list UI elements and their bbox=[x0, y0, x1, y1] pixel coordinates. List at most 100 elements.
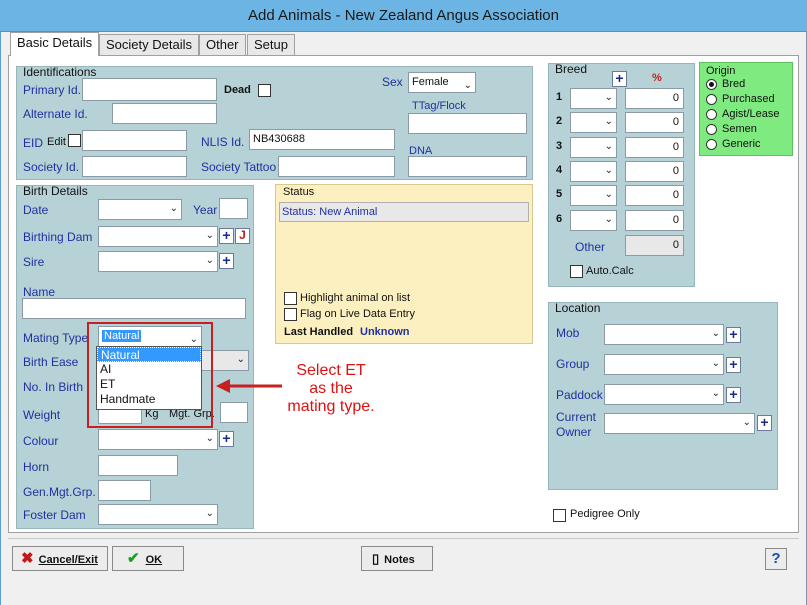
eid-edit-checkbox[interactable] bbox=[68, 134, 81, 147]
chevron-down-icon: ⌄ bbox=[205, 255, 214, 266]
group-select[interactable]: ⌄ bbox=[604, 354, 724, 375]
horn-input[interactable] bbox=[98, 455, 178, 476]
cancel-exit-button[interactable]: ✖ Cancel/Exit bbox=[12, 546, 108, 571]
notes-label: Notes bbox=[384, 554, 415, 566]
society-id-input[interactable] bbox=[82, 156, 187, 177]
year-input[interactable] bbox=[219, 198, 248, 219]
chevron-down-icon: ⌄ bbox=[205, 433, 214, 444]
cancel-exit-label: Cancel/Exit bbox=[38, 554, 98, 566]
breed-row-select[interactable]: ⌄ bbox=[570, 136, 617, 158]
breed-row-select[interactable]: ⌄ bbox=[570, 88, 617, 109]
mgt-grp-input[interactable] bbox=[220, 402, 248, 423]
mob-select[interactable]: ⌄ bbox=[604, 324, 724, 345]
breed-row-number: 2 bbox=[556, 115, 563, 128]
paddock-select[interactable]: ⌄ bbox=[604, 384, 724, 405]
close-icon: ✖ bbox=[21, 550, 34, 567]
flag-checkbox[interactable] bbox=[284, 308, 297, 321]
nlis-id-input[interactable]: NB430688 bbox=[249, 129, 395, 150]
group-label: Group bbox=[556, 357, 590, 371]
ok-label: OK bbox=[145, 554, 163, 566]
alternate-id-input[interactable] bbox=[112, 103, 217, 124]
date-select[interactable]: ⌄ bbox=[98, 199, 182, 220]
no-in-birth-label: No. In Birth bbox=[23, 380, 84, 394]
origin-radio-purchased[interactable] bbox=[706, 94, 717, 105]
annotation-line-1: Select ET bbox=[296, 362, 366, 379]
checkmark-icon: ✔ bbox=[127, 550, 140, 567]
sex-select[interactable]: Female ⌄ bbox=[408, 72, 476, 93]
ttag-input[interactable] bbox=[408, 113, 527, 134]
tab-society-details[interactable]: Society Details bbox=[99, 34, 199, 55]
dead-checkbox[interactable] bbox=[258, 84, 271, 97]
add-sire-button[interactable]: + bbox=[219, 253, 234, 269]
breed-row-pct-input[interactable]: 0 bbox=[625, 160, 684, 182]
sire-select[interactable]: ⌄ bbox=[98, 251, 218, 272]
add-breed-button[interactable]: + bbox=[612, 71, 627, 87]
tab-other[interactable]: Other bbox=[199, 34, 246, 55]
chevron-down-icon: ⌄ bbox=[236, 354, 245, 365]
add-birthing-dam-button[interactable]: + bbox=[219, 228, 234, 244]
pedigree-only-checkbox[interactable] bbox=[553, 509, 566, 522]
add-group-button[interactable]: + bbox=[726, 357, 741, 373]
name-input[interactable] bbox=[22, 298, 246, 319]
eid-input[interactable] bbox=[82, 130, 187, 151]
breed-other-label: Other bbox=[575, 240, 606, 254]
add-colour-button[interactable]: + bbox=[219, 431, 234, 447]
last-handled-label: Last Handled bbox=[284, 326, 354, 338]
help-button[interactable]: ? bbox=[765, 548, 787, 570]
chevron-down-icon: ⌄ bbox=[205, 508, 214, 519]
breed-pct-label: % bbox=[652, 72, 662, 84]
chevron-down-icon: ⌄ bbox=[463, 80, 472, 91]
colour-select[interactable]: ⌄ bbox=[98, 429, 218, 450]
dna-input[interactable] bbox=[408, 156, 527, 177]
primary-id-label: Primary Id. bbox=[23, 83, 82, 97]
breed-row-pct-input[interactable]: 0 bbox=[625, 88, 684, 109]
chevron-down-icon: ⌄ bbox=[604, 213, 613, 225]
autocalc-checkbox[interactable] bbox=[570, 265, 583, 278]
breed-row-pct-input[interactable]: 0 bbox=[625, 112, 684, 134]
breed-row-select[interactable]: ⌄ bbox=[570, 112, 617, 134]
add-paddock-button[interactable]: + bbox=[726, 387, 741, 403]
highlight-checkbox[interactable] bbox=[284, 292, 297, 305]
breed-row-select[interactable]: ⌄ bbox=[570, 185, 617, 207]
chevron-down-icon: ⌄ bbox=[604, 140, 613, 152]
origin-option-label: Bred bbox=[722, 78, 746, 90]
nlis-id-label: NLIS Id. bbox=[201, 135, 245, 149]
ok-button[interactable]: ✔ OK bbox=[112, 546, 184, 571]
add-owner-button[interactable]: + bbox=[757, 415, 772, 431]
breed-row-select[interactable]: ⌄ bbox=[570, 209, 617, 231]
gen-mgt-grp-input[interactable] bbox=[98, 480, 151, 501]
breed-row-number: 3 bbox=[556, 139, 563, 152]
breed-row-pct-input[interactable]: 0 bbox=[625, 136, 684, 158]
sire-label: Sire bbox=[23, 255, 45, 269]
annotation-arrow-icon bbox=[216, 379, 282, 393]
notes-button[interactable]: ▯ Notes bbox=[361, 546, 433, 571]
birthing-dam-select[interactable]: ⌄ bbox=[98, 226, 218, 247]
tab-basic-details[interactable]: Basic Details bbox=[10, 32, 100, 56]
origin-radio-agist-lease[interactable] bbox=[706, 109, 717, 120]
owner-select[interactable]: ⌄ bbox=[604, 413, 755, 434]
origin-radio-semen[interactable] bbox=[706, 124, 717, 135]
foster-dam-label: Foster Dam bbox=[23, 508, 86, 522]
j-button[interactable]: J bbox=[235, 228, 250, 244]
alternate-id-label: Alternate Id. bbox=[23, 107, 88, 121]
primary-id-input[interactable] bbox=[82, 78, 217, 101]
horn-label: Horn bbox=[23, 460, 50, 474]
highlight-label: Highlight animal on list bbox=[300, 292, 411, 304]
society-tattoo-input[interactable] bbox=[278, 156, 395, 177]
breed-row-pct-input[interactable]: 0 bbox=[625, 209, 684, 231]
foster-dam-select[interactable]: ⌄ bbox=[98, 504, 218, 525]
origin-radio-generic[interactable] bbox=[706, 139, 717, 150]
origin-option-label: Agist/Lease bbox=[722, 108, 780, 120]
dead-label: Dead bbox=[224, 84, 251, 96]
origin-radio-bred[interactable] bbox=[706, 79, 717, 90]
colour-label: Colour bbox=[23, 434, 59, 448]
tab-setup[interactable]: Setup bbox=[247, 34, 295, 55]
annotation-line-3: mating type. bbox=[287, 398, 375, 415]
chevron-down-icon: ⌄ bbox=[169, 203, 178, 214]
chevron-down-icon: ⌄ bbox=[205, 230, 214, 241]
add-mob-button[interactable]: + bbox=[726, 327, 741, 343]
chevron-down-icon: ⌄ bbox=[604, 164, 613, 176]
breed-row-select[interactable]: ⌄ bbox=[570, 160, 617, 182]
society-tattoo-label: Society Tattoo bbox=[201, 160, 277, 174]
breed-row-pct-input[interactable]: 0 bbox=[625, 185, 684, 207]
